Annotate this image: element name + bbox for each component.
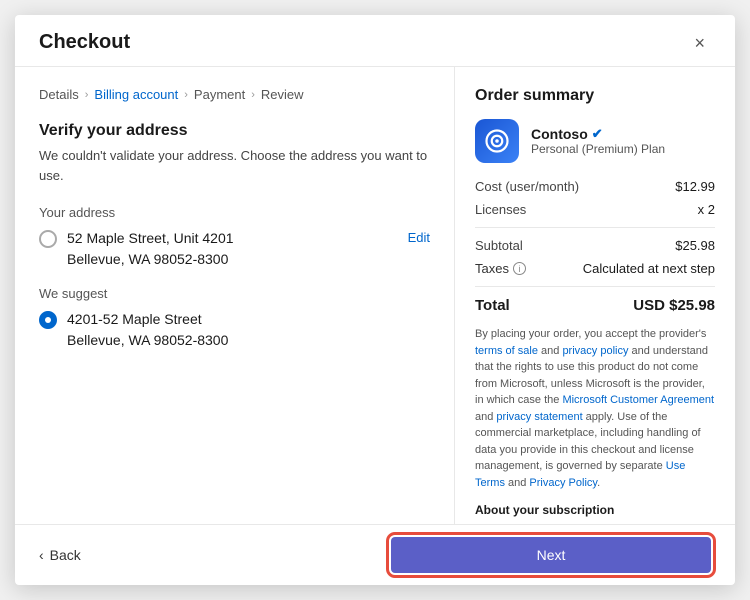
order-summary-title: Order summary [475, 87, 715, 105]
edit-link[interactable]: Edit [408, 230, 430, 245]
address-2-line1: 4201-52 Maple Street [67, 309, 228, 330]
modal-body: Details › Billing account › Payment › Re… [15, 67, 735, 524]
suggest-label: We suggest [39, 286, 430, 301]
breadcrumb-sep-2: › [184, 89, 188, 101]
divider-1 [475, 227, 715, 228]
subtotal-line: Subtotal $25.98 [475, 238, 715, 253]
divider-2 [475, 286, 715, 287]
checkout-modal: Checkout × Details › Billing account › P… [15, 15, 735, 585]
breadcrumb-sep-1: › [85, 89, 89, 101]
radio-address-2[interactable] [39, 311, 57, 329]
right-panel: Order summary Contoso ✔ Personal (Premiu… [455, 67, 735, 524]
left-panel: Details › Billing account › Payment › Re… [15, 67, 455, 524]
modal-footer: ‹ Back Next [15, 524, 735, 585]
breadcrumb-payment: Payment [194, 87, 245, 102]
cost-label: Cost (user/month) [475, 179, 579, 194]
subtotal-label: Subtotal [475, 238, 523, 253]
address-1-text: 52 Maple Street, Unit 4201 Bellevue, WA … [67, 228, 234, 270]
taxes-info-icon[interactable]: i [513, 262, 526, 275]
address-option-1[interactable]: 52 Maple Street, Unit 4201 Bellevue, WA … [39, 228, 234, 270]
taxes-label: Taxes [475, 261, 509, 276]
taxes-label-row: Taxes i [475, 261, 526, 276]
address-2-line2: Bellevue, WA 98052-8300 [67, 330, 228, 351]
product-icon [475, 119, 519, 163]
address-2-text: 4201-52 Maple Street Bellevue, WA 98052-… [67, 309, 228, 351]
breadcrumb-sep-3: › [251, 89, 255, 101]
address-option-2[interactable]: 4201-52 Maple Street Bellevue, WA 98052-… [39, 309, 228, 351]
verified-icon: ✔ [592, 126, 603, 142]
customer-agreement-link[interactable]: Microsoft Customer Agreement [562, 394, 714, 406]
section-title: Verify your address [39, 122, 430, 140]
privacy-policy-link-2[interactable]: Privacy Policy [529, 477, 597, 489]
radio-address-1[interactable] [39, 230, 57, 248]
cost-value: $12.99 [675, 179, 715, 194]
subscription-info-title: About your subscription [475, 503, 715, 517]
breadcrumb-review: Review [261, 87, 304, 102]
next-button[interactable]: Next [391, 537, 711, 573]
your-address-row: 52 Maple Street, Unit 4201 Bellevue, WA … [39, 228, 430, 270]
taxes-value: Calculated at next step [583, 261, 715, 276]
licenses-value: x 2 [698, 202, 715, 217]
address-1-line2: Bellevue, WA 98052-8300 [67, 249, 234, 270]
suggested-address-row: 4201-52 Maple Street Bellevue, WA 98052-… [39, 309, 430, 351]
modal-title: Checkout [39, 31, 130, 54]
legal-text: By placing your order, you accept the pr… [475, 326, 715, 491]
back-chevron-icon: ‹ [39, 547, 44, 563]
total-value: USD $25.98 [633, 297, 715, 314]
product-plan: Personal (Premium) Plan [531, 142, 665, 156]
total-row: Total USD $25.98 [475, 297, 715, 314]
your-address-label: Your address [39, 205, 430, 220]
breadcrumb: Details › Billing account › Payment › Re… [39, 87, 430, 102]
product-name: Contoso ✔ [531, 126, 665, 142]
address-1-line1: 52 Maple Street, Unit 4201 [67, 228, 234, 249]
section-desc: We couldn't validate your address. Choos… [39, 146, 430, 185]
terms-of-sale-link[interactable]: terms of sale [475, 345, 538, 357]
breadcrumb-billing: Billing account [94, 87, 178, 102]
privacy-statement-link[interactable]: privacy statement [496, 411, 582, 423]
back-button[interactable]: ‹ Back [39, 547, 81, 563]
taxes-line: Taxes i Calculated at next step [475, 261, 715, 276]
product-info: Contoso ✔ Personal (Premium) Plan [531, 126, 665, 156]
subtotal-value: $25.98 [675, 238, 715, 253]
close-button[interactable]: × [688, 32, 711, 54]
modal-header: Checkout × [15, 15, 735, 67]
product-row: Contoso ✔ Personal (Premium) Plan [475, 119, 715, 163]
back-label: Back [50, 547, 81, 563]
breadcrumb-details: Details [39, 87, 79, 102]
cost-line: Cost (user/month) $12.99 [475, 179, 715, 194]
privacy-policy-link[interactable]: privacy policy [562, 345, 628, 357]
total-label: Total [475, 297, 510, 314]
licenses-label: Licenses [475, 202, 526, 217]
licenses-line: Licenses x 2 [475, 202, 715, 217]
